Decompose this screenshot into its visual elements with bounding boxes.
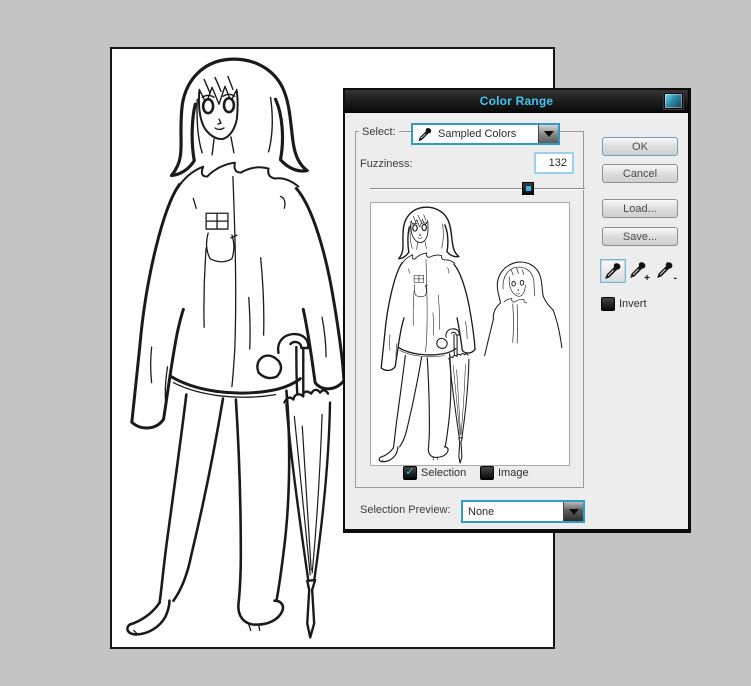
select-dropdown-button[interactable] <box>538 125 558 143</box>
invert-label[interactable]: Invert <box>619 298 647 310</box>
chevron-down-icon <box>544 131 554 137</box>
ok-button[interactable]: OK <box>602 137 678 156</box>
slider-track[interactable] <box>370 188 585 190</box>
titlebar-button[interactable] <box>664 93 683 109</box>
load-button[interactable]: Load... <box>602 199 678 218</box>
dialog-titlebar[interactable]: Color Range <box>345 90 688 113</box>
fuzziness-label: Fuzziness: <box>357 158 416 170</box>
selection-preview-label: Selection Preview: <box>357 504 454 516</box>
invert-checkbox[interactable] <box>601 297 615 311</box>
eyedropper-minus-tool[interactable]: - <box>656 261 678 283</box>
eyedropper-minus-icon <box>656 261 674 279</box>
selection-radio-label[interactable]: Selection <box>421 467 466 479</box>
select-label: Select: <box>359 126 399 138</box>
save-button[interactable]: Save... <box>602 227 678 246</box>
eyedropper-plus-tool[interactable]: + <box>629 261 651 283</box>
eyedropper-icon <box>417 127 433 142</box>
selection-mask-art <box>371 203 569 466</box>
select-value: Sampled Colors <box>433 128 538 140</box>
selection-preview-value: None <box>463 506 563 518</box>
check-icon: ✓ <box>405 467 414 478</box>
selection-preview-dropdown[interactable]: None <box>461 500 585 523</box>
selection-preview-thumbnail[interactable] <box>370 202 570 466</box>
cancel-button[interactable]: Cancel <box>602 164 678 183</box>
selection-radio[interactable]: ✓ <box>403 466 417 480</box>
image-radio[interactable] <box>480 466 494 480</box>
selection-preview-dropdown-button[interactable] <box>563 502 583 521</box>
dialog-title: Color Range <box>480 94 554 108</box>
eyedropper-tool[interactable] <box>600 259 626 283</box>
slider-handle[interactable] <box>522 182 534 195</box>
eyedropper-icon <box>604 262 622 280</box>
minus-glyph: - <box>674 274 677 284</box>
fuzziness-value: 132 <box>549 157 567 169</box>
color-range-dialog: Color Range Select: Sampled Colors Fuzzi… <box>343 88 691 533</box>
select-dropdown[interactable]: Sampled Colors <box>411 123 560 145</box>
fuzziness-slider[interactable] <box>370 182 585 196</box>
plus-glyph: + <box>644 274 650 284</box>
image-radio-label[interactable]: Image <box>498 467 529 479</box>
chevron-down-icon <box>569 509 579 515</box>
fuzziness-input[interactable]: 132 <box>534 152 574 174</box>
